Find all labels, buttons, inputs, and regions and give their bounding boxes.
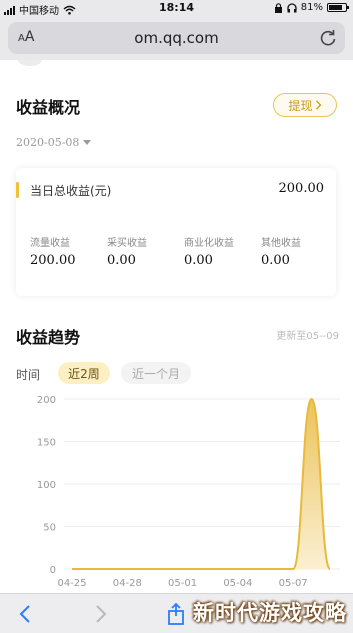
forward-arrow-icon[interactable] [88,602,112,626]
x-tick-label: 05-04 [223,578,252,589]
page-content: 收益概况 提现 2020-05-08 当日总收益(元) 200.00 流量收益 … [0,60,353,593]
trend-chart: 0 50 100 150 200 04-25 04-28 05-01 05-04 05-07 [37,395,340,589]
lock-icon [274,2,282,13]
scroll-remnant [18,60,42,66]
chevron-right-icon [315,100,321,110]
headphones-icon [287,2,297,12]
url-text[interactable]: om.qq.com [8,29,345,47]
battery-icon [327,3,349,12]
date-value: 2020-05-08 [16,136,80,149]
metric-label: 采买收益 [107,238,147,249]
watermark: 新时代游戏攻略 [193,601,347,625]
y-tick-label: 0 [50,565,56,576]
trend-title: 收益趋势 [16,328,81,347]
status-bar: 中国移动 18:14 81% [0,0,353,17]
accent-bar [16,182,19,198]
y-tick-label: 100 [37,480,56,491]
browser-toolbar: AA om.qq.com [0,16,353,60]
metric-purchase: 采买收益 0.00 [107,234,147,268]
metric-other: 其他收益 0.00 [261,234,301,268]
x-tick-label: 05-07 [279,578,308,589]
withdraw-button[interactable]: 提现 [273,93,337,117]
address-bar[interactable]: AA om.qq.com [8,22,345,54]
metric-label: 流量收益 [30,238,70,249]
metric-traffic: 流量收益 200.00 [30,234,76,268]
browser-bottom-bar: 新时代游戏攻略 [0,593,353,633]
metric-value: 0.00 [261,253,290,268]
y-tick-label: 50 [43,523,56,534]
withdraw-label: 提现 [288,98,313,113]
reload-icon[interactable] [317,27,339,49]
y-tick-label: 150 [37,438,56,449]
y-tick-label: 200 [37,395,56,406]
updated-text: 更新至05--09 [276,331,339,342]
back-arrow-icon[interactable] [14,602,38,626]
x-tick-label: 05-01 [168,578,197,589]
overview-title: 收益概况 [16,98,81,117]
battery-percent: 81% [300,2,323,13]
date-selector[interactable]: 2020-05-08 [16,136,92,149]
metric-commercial: 商业化收益 0.00 [184,234,234,268]
total-income-label: 当日总收益(元) [30,184,112,198]
income-card: 当日总收益(元) 200.00 流量收益 200.00 采买收益 0.00 商业… [16,168,336,296]
chevron-down-icon [83,140,92,145]
x-tick-label: 04-25 [57,578,86,589]
share-icon[interactable] [164,602,188,626]
total-income-value: 200.00 [278,181,325,196]
metric-label: 其他收益 [261,238,301,249]
x-tick-label: 04-28 [113,578,142,589]
status-right: 81% [274,2,349,13]
metric-value: 200.00 [30,253,76,268]
metric-value: 0.00 [107,253,136,268]
metric-label: 商业化收益 [184,238,234,249]
metric-value: 0.00 [184,253,213,268]
